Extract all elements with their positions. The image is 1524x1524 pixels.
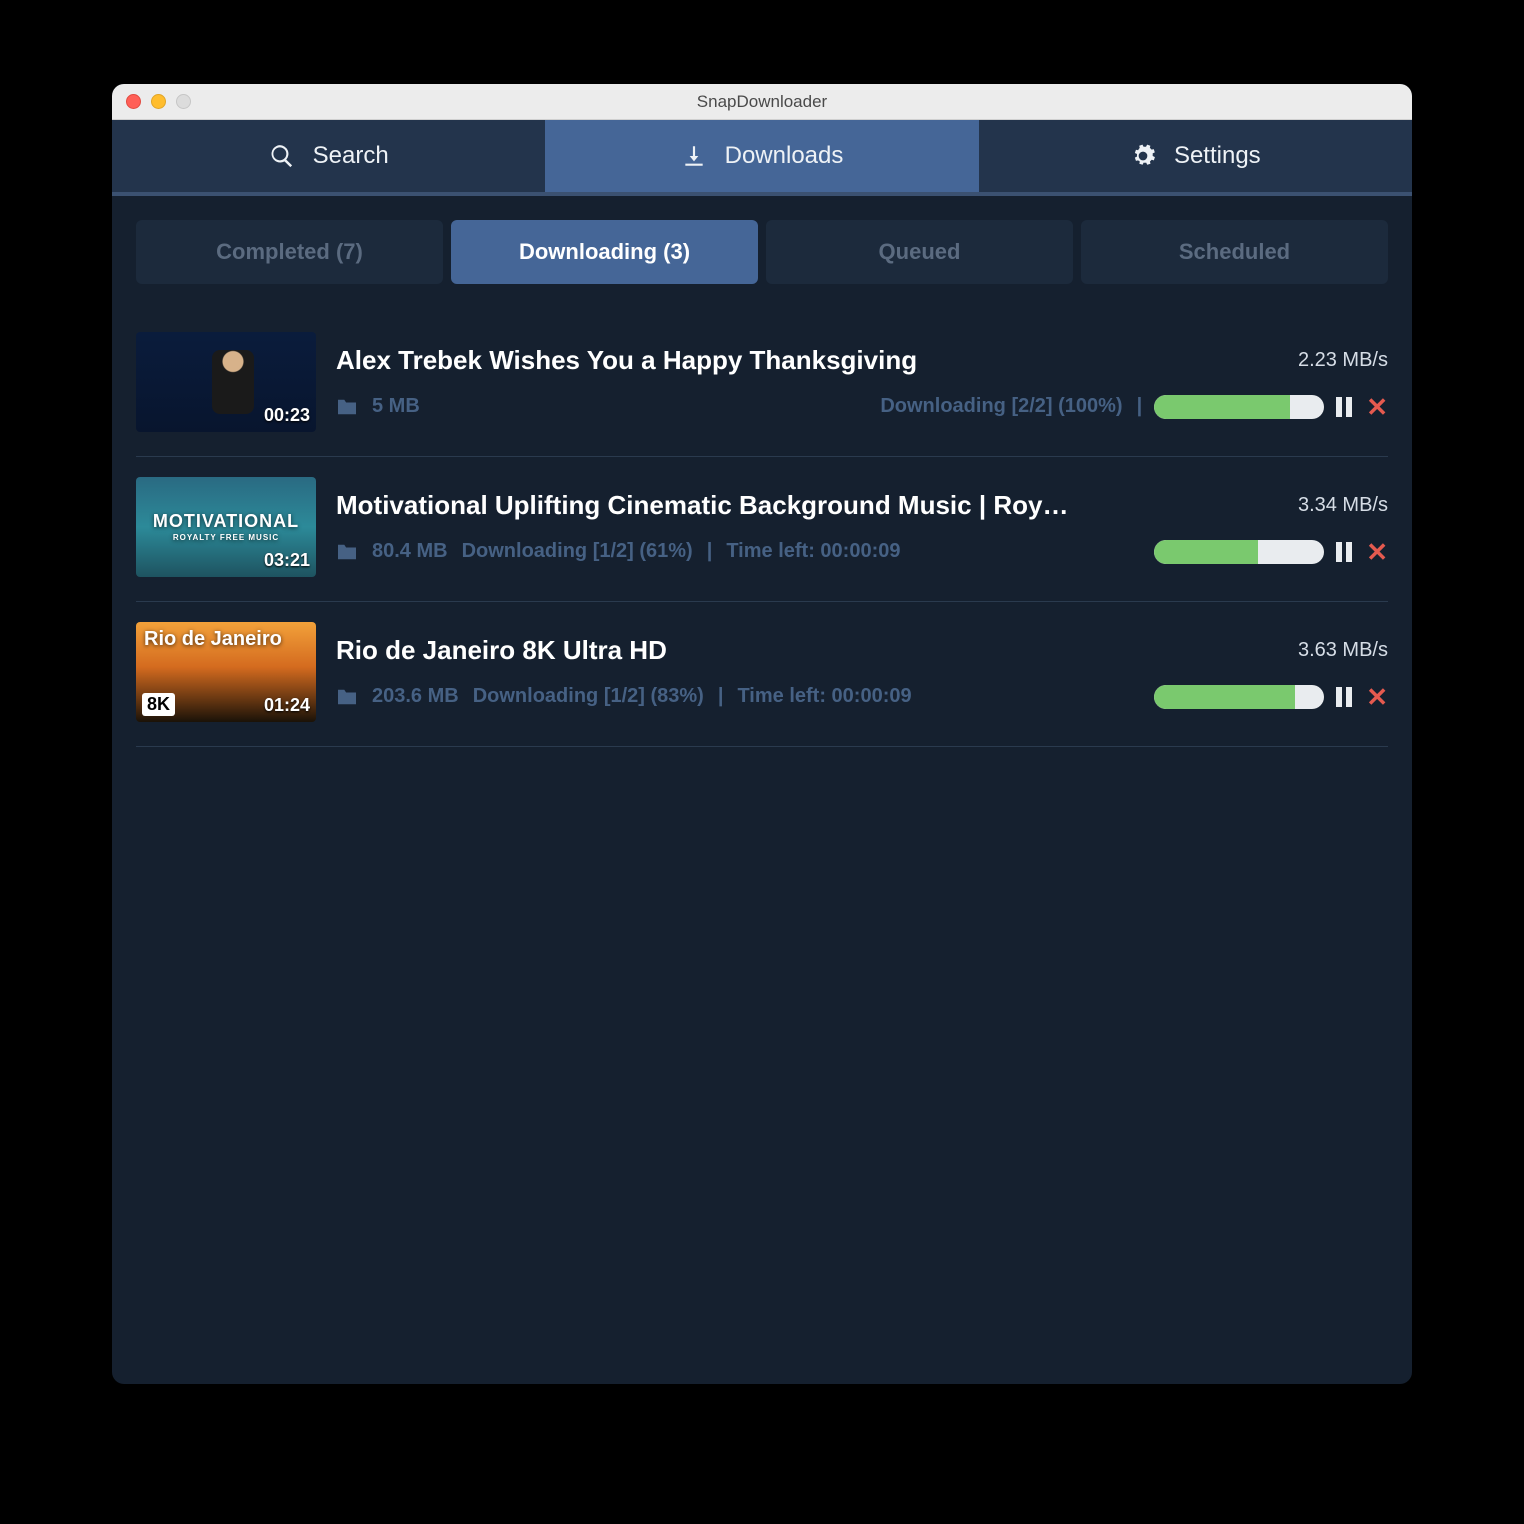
video-duration: 00:23 [264, 405, 310, 426]
nav-downloads[interactable]: Downloads [545, 120, 978, 192]
progress-fill [1154, 540, 1258, 564]
separator: | [718, 685, 724, 708]
progress-fill [1154, 395, 1290, 419]
tab-completed-label: Completed (7) [216, 239, 363, 265]
file-size: 5 MB [372, 395, 420, 418]
cancel-button[interactable]: ✕ [1366, 539, 1388, 565]
nav-settings[interactable]: Settings [979, 120, 1412, 192]
download-icon [681, 143, 707, 169]
download-speed: 2.23 MB/s [1298, 349, 1388, 372]
video-thumbnail[interactable]: MOTIVATIONAL ROYALTY FREE MUSIC 03:21 [136, 477, 316, 577]
nav-settings-label: Settings [1174, 142, 1261, 170]
nav-search-label: Search [313, 142, 389, 170]
file-size: 80.4 MB [372, 540, 448, 563]
search-icon [269, 143, 295, 169]
progress-bar [1154, 395, 1324, 419]
download-status: Downloading [2/2] (100%) [880, 395, 1122, 418]
download-status: Downloading [1/2] (83%) [473, 685, 704, 708]
download-list: 00:23 Alex Trebek Wishes You a Happy Tha… [136, 312, 1388, 747]
progress-fill [1154, 685, 1295, 709]
tab-scheduled-label: Scheduled [1179, 239, 1290, 265]
video-title: Rio de Janeiro 8K Ultra HD [336, 635, 1282, 666]
folder-icon [336, 688, 358, 706]
tab-scheduled[interactable]: Scheduled [1081, 220, 1388, 284]
tab-downloading[interactable]: Downloading (3) [451, 220, 758, 284]
tab-queued-label: Queued [879, 239, 961, 265]
download-speed: 3.34 MB/s [1298, 494, 1388, 517]
thumbnail-text: MOTIVATIONAL [136, 511, 316, 532]
download-subtabs: Completed (7) Downloading (3) Queued Sch… [136, 220, 1388, 284]
folder-icon [336, 398, 358, 416]
cancel-button[interactable]: ✕ [1366, 394, 1388, 420]
content-area: Completed (7) Downloading (3) Queued Sch… [112, 196, 1412, 747]
video-thumbnail[interactable]: Rio de Janeiro 8K 01:24 [136, 622, 316, 722]
cancel-button[interactable]: ✕ [1366, 684, 1388, 710]
pause-button[interactable] [1336, 687, 1354, 707]
time-left: Time left: 00:00:09 [737, 685, 911, 708]
tab-completed[interactable]: Completed (7) [136, 220, 443, 284]
video-duration: 01:24 [264, 695, 310, 716]
download-speed: 3.63 MB/s [1298, 639, 1388, 662]
video-thumbnail[interactable]: 00:23 [136, 332, 316, 432]
thumbnail-text: Rio de Janeiro [144, 628, 282, 651]
download-row: Rio de Janeiro 8K 01:24 Rio de Janeiro 8… [136, 602, 1388, 747]
gear-icon [1130, 143, 1156, 169]
video-title: Alex Trebek Wishes You a Happy Thanksgiv… [336, 345, 1282, 376]
separator: | [1137, 395, 1143, 418]
pause-button[interactable] [1336, 397, 1354, 417]
tab-downloading-label: Downloading (3) [519, 239, 690, 265]
folder-icon [336, 543, 358, 561]
time-left: Time left: 00:00:09 [726, 540, 900, 563]
download-status: Downloading [1/2] (61%) [462, 540, 693, 563]
app-window: SnapDownloader Search Downloads Settings… [112, 84, 1412, 1384]
download-row: 00:23 Alex Trebek Wishes You a Happy Tha… [136, 312, 1388, 457]
window-title: SnapDownloader [112, 92, 1412, 112]
progress-bar [1154, 685, 1324, 709]
download-row: MOTIVATIONAL ROYALTY FREE MUSIC 03:21 Mo… [136, 457, 1388, 602]
file-size: 203.6 MB [372, 685, 459, 708]
progress-bar [1154, 540, 1324, 564]
resolution-badge: 8K [142, 693, 175, 716]
video-duration: 03:21 [264, 550, 310, 571]
separator: | [707, 540, 713, 563]
nav-search[interactable]: Search [112, 120, 545, 192]
nav-downloads-label: Downloads [725, 142, 844, 170]
titlebar: SnapDownloader [112, 84, 1412, 120]
top-nav: Search Downloads Settings [112, 120, 1412, 196]
pause-button[interactable] [1336, 542, 1354, 562]
tab-queued[interactable]: Queued [766, 220, 1073, 284]
video-title: Motivational Uplifting Cinematic Backgro… [336, 490, 1282, 521]
